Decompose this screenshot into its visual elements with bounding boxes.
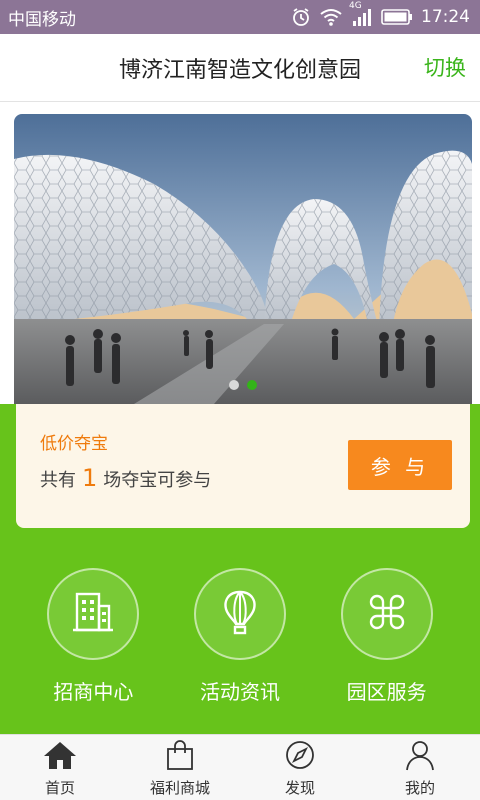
battery-icon	[381, 8, 413, 26]
feature-grid: 招商中心 活动资讯 园区服务	[0, 568, 480, 705]
promo-card: 低价夺宝 共有 1 场夺宝可参与 参 与	[16, 404, 470, 528]
grid-item-services[interactable]: 园区服务	[317, 568, 457, 705]
home-icon	[42, 739, 78, 775]
nav-discover[interactable]: 发现	[240, 735, 360, 800]
grid-item-investment[interactable]: 招商中心	[23, 568, 163, 705]
promo-prefix: 共有	[40, 470, 76, 491]
grid-label: 招商中心	[53, 680, 134, 704]
nav-label: 发现	[284, 779, 315, 797]
carousel-indicator	[14, 380, 472, 390]
network-type: 4G	[349, 1, 362, 11]
compass-icon	[284, 739, 316, 775]
page-title: 博济江南智造文化创意园	[118, 58, 361, 83]
status-bar: 中国移动 4G 17:24	[0, 0, 480, 34]
promo-suffix: 场夺宝可参与	[103, 470, 212, 491]
bottom-nav: 首页 福利商城 发现 我的	[0, 734, 480, 800]
clock-time: 17:24	[421, 7, 470, 27]
carousel-dot-active[interactable]	[247, 380, 257, 390]
user-icon	[404, 739, 436, 775]
banner-image	[14, 114, 472, 404]
promo-description: 共有 1 场夺宝可参与	[40, 464, 211, 492]
balloon-icon	[220, 589, 260, 639]
grid-item-events[interactable]: 活动资讯	[170, 568, 310, 705]
nav-label: 我的	[404, 779, 435, 797]
title-bar: 博济江南智造文化创意园 切换	[0, 34, 480, 102]
clover-icon	[367, 592, 407, 636]
promo-count: 1	[82, 464, 98, 492]
nav-label: 福利商城	[149, 779, 210, 797]
nav-mall[interactable]: 福利商城	[120, 735, 240, 800]
join-button[interactable]: 参 与	[348, 440, 452, 490]
carousel-dot[interactable]	[229, 380, 239, 390]
nav-home[interactable]: 首页	[0, 735, 120, 800]
building-icon	[73, 590, 114, 638]
alarm-icon	[291, 7, 311, 27]
nav-profile[interactable]: 我的	[360, 735, 480, 800]
wifi-icon	[319, 7, 343, 27]
grid-label: 活动资讯	[199, 680, 280, 704]
carrier-name: 中国移动	[8, 9, 76, 30]
switch-button[interactable]: 切换	[424, 52, 466, 82]
shopping-bag-icon	[164, 739, 196, 775]
main-content: 低价夺宝 共有 1 场夺宝可参与 参 与 招商中心 活动资讯 园区服务	[0, 102, 480, 734]
banner-carousel[interactable]	[14, 114, 472, 404]
promo-label: 低价夺宝	[40, 434, 108, 454]
signal-icon: 4G	[349, 1, 373, 27]
nav-label: 首页	[44, 779, 75, 797]
grid-label: 园区服务	[346, 680, 427, 704]
